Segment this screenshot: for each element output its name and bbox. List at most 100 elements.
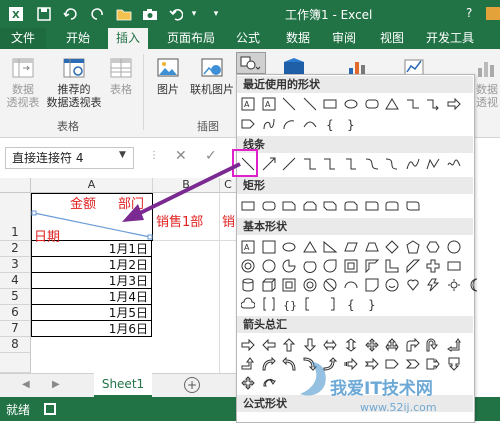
left-brace-shape-icon[interactable]: { bbox=[322, 116, 338, 132]
left-arrow-shape-icon[interactable] bbox=[261, 337, 277, 353]
up-arrow-shape-icon[interactable] bbox=[281, 337, 297, 353]
online-pictures-button[interactable]: 联机图片 bbox=[188, 56, 236, 96]
smiley-face-shape-icon[interactable] bbox=[384, 277, 400, 293]
minimize-icon[interactable]: ? bbox=[466, 6, 472, 20]
trapezoid-shape-icon[interactable] bbox=[364, 239, 380, 255]
rounded-rectangle-shape-icon[interactable] bbox=[261, 198, 277, 214]
oval-shape-icon[interactable] bbox=[281, 239, 297, 255]
right-arrow-shape-icon[interactable] bbox=[240, 337, 256, 353]
lightning-bolt-shape-icon[interactable] bbox=[425, 277, 441, 293]
moon-shape-icon[interactable] bbox=[467, 277, 483, 293]
striped-right-arrow-shape-icon[interactable] bbox=[343, 356, 359, 372]
rounded-rectangle-shape-icon[interactable] bbox=[364, 96, 380, 112]
up-down-arrow-shape-icon[interactable] bbox=[343, 337, 359, 353]
cube-shape-icon[interactable] bbox=[261, 277, 277, 293]
elbow-double-arrow-shape-icon[interactable] bbox=[343, 156, 359, 172]
pictures-button[interactable]: 图片 bbox=[150, 56, 186, 96]
row-header[interactable]: 8 bbox=[0, 337, 31, 353]
row-header[interactable] bbox=[0, 353, 31, 373]
undo-dropdown-icon[interactable]: ▾ bbox=[186, 6, 202, 22]
line-shape-icon[interactable] bbox=[302, 96, 318, 112]
arc-shape-icon[interactable] bbox=[281, 116, 297, 132]
snip-diagonal-rectangle-shape-icon[interactable] bbox=[322, 198, 338, 214]
curved-right-arrow-shape-icon[interactable] bbox=[261, 356, 277, 372]
scribble-shape-icon[interactable] bbox=[446, 156, 462, 172]
left-brace-shape-icon[interactable]: { bbox=[343, 296, 359, 312]
right-bracket-shape-icon[interactable] bbox=[322, 296, 338, 312]
tab-file[interactable]: 文件 bbox=[0, 28, 46, 49]
curve-shape-icon[interactable] bbox=[302, 116, 318, 132]
pie-shape-icon[interactable] bbox=[281, 258, 297, 274]
elbow-arrow-shape-icon[interactable] bbox=[425, 96, 441, 112]
left-right-arrow-shape-icon[interactable] bbox=[322, 337, 338, 353]
pentagon-arrow-shape-icon[interactable] bbox=[384, 356, 400, 372]
row-header[interactable]: 3 bbox=[0, 257, 31, 273]
hexagon-shape-icon[interactable] bbox=[425, 239, 441, 255]
date-cell[interactable]: 1月2日 bbox=[31, 257, 152, 273]
plaque-shape-icon[interactable] bbox=[446, 258, 462, 274]
date-cell[interactable]: 1月5日 bbox=[31, 305, 152, 321]
row-header[interactable]: 7 bbox=[0, 321, 31, 337]
left-up-arrow-shape-icon[interactable] bbox=[446, 337, 462, 353]
brace-pair-shape-icon[interactable]: {} bbox=[281, 296, 297, 312]
pivot-table-button[interactable]: 数据 透视表 bbox=[6, 56, 40, 109]
block-arc-shape-icon[interactable] bbox=[343, 277, 359, 293]
diagonal-stripe-shape-icon[interactable] bbox=[405, 258, 421, 274]
tab-page-layout[interactable]: 页面布局 bbox=[160, 28, 222, 49]
textbox-shape-icon[interactable]: A bbox=[240, 239, 256, 255]
tab-insert[interactable]: 插入 bbox=[108, 28, 148, 49]
left-right-up-arrow-shape-icon[interactable] bbox=[384, 337, 400, 353]
arrow-line-shape-icon[interactable] bbox=[261, 156, 277, 172]
quad-arrow-callout-shape-icon[interactable] bbox=[240, 375, 256, 391]
teardrop-shape-icon[interactable] bbox=[322, 258, 338, 274]
macro-record-icon[interactable] bbox=[44, 403, 56, 415]
quad-arrow-shape-icon[interactable] bbox=[364, 337, 380, 353]
recommended-pivot-button[interactable]: 推荐的 数据透视表 bbox=[42, 56, 106, 109]
can-shape-icon[interactable] bbox=[240, 277, 256, 293]
heart-shape-icon[interactable] bbox=[405, 277, 421, 293]
sun-shape-icon[interactable] bbox=[446, 277, 462, 293]
heptagon-shape-icon[interactable] bbox=[446, 239, 462, 255]
tab-home[interactable]: 开始 bbox=[58, 28, 98, 49]
date-cell[interactable]: 1月4日 bbox=[31, 289, 152, 305]
table-button[interactable]: 表格 bbox=[106, 56, 136, 96]
save-icon[interactable] bbox=[36, 6, 52, 22]
undo-arrow-icon[interactable] bbox=[168, 6, 184, 22]
select-all-corner[interactable] bbox=[0, 178, 31, 193]
curved-arrow-connector-shape-icon[interactable] bbox=[384, 156, 400, 172]
round-diagonal-rectangle-shape-icon[interactable] bbox=[405, 198, 421, 214]
row-header[interactable]: 6 bbox=[0, 305, 31, 321]
bent-up-arrow-shape-icon[interactable] bbox=[240, 356, 256, 372]
triangle-shape-icon[interactable] bbox=[384, 96, 400, 112]
elbow-connector-shape-icon[interactable] bbox=[302, 156, 318, 172]
rectangle-shape-icon[interactable] bbox=[322, 96, 338, 112]
tab-data[interactable]: 数据 bbox=[280, 28, 316, 49]
undo-icon[interactable] bbox=[62, 6, 78, 22]
vertical-textbox-shape-icon[interactable] bbox=[261, 239, 277, 255]
date-cell[interactable]: 1月6日 bbox=[31, 321, 152, 337]
bracket-pair-shape-icon[interactable] bbox=[261, 296, 277, 312]
frame-shape-icon[interactable] bbox=[343, 258, 359, 274]
curve-shape-icon[interactable] bbox=[405, 156, 421, 172]
vertical-textbox-shape-icon[interactable]: A bbox=[261, 96, 277, 112]
date-cell[interactable]: 1月3日 bbox=[31, 273, 152, 289]
right-arrow-shape-icon[interactable] bbox=[446, 96, 462, 112]
add-sheet-icon[interactable]: + bbox=[184, 377, 200, 393]
decagon-shape-icon[interactable] bbox=[240, 258, 256, 274]
pivot-chart-button[interactable]: 数据 透视 bbox=[474, 56, 500, 109]
next-sheet-icon[interactable]: ▶ bbox=[52, 379, 60, 390]
half-frame-shape-icon[interactable] bbox=[364, 258, 380, 274]
ribbon-options-icon[interactable] bbox=[486, 7, 500, 20]
notched-right-arrow-shape-icon[interactable] bbox=[364, 356, 380, 372]
tab-view[interactable]: 视图 bbox=[372, 28, 412, 49]
tab-developer[interactable]: 开发工具 bbox=[420, 28, 480, 49]
right-brace-shape-icon[interactable]: } bbox=[343, 116, 359, 132]
right-brace-shape-icon[interactable]: } bbox=[364, 296, 380, 312]
snip-round-rectangle-shape-icon[interactable] bbox=[343, 198, 359, 214]
oval-shape-icon[interactable] bbox=[343, 96, 359, 112]
open-icon[interactable] bbox=[116, 6, 132, 22]
round-single-corner-rectangle-shape-icon[interactable] bbox=[364, 198, 380, 214]
down-arrow-shape-icon[interactable] bbox=[302, 337, 318, 353]
triangle-shape-icon[interactable] bbox=[302, 239, 318, 255]
prev-sheet-icon[interactable]: ◀ bbox=[22, 379, 30, 390]
